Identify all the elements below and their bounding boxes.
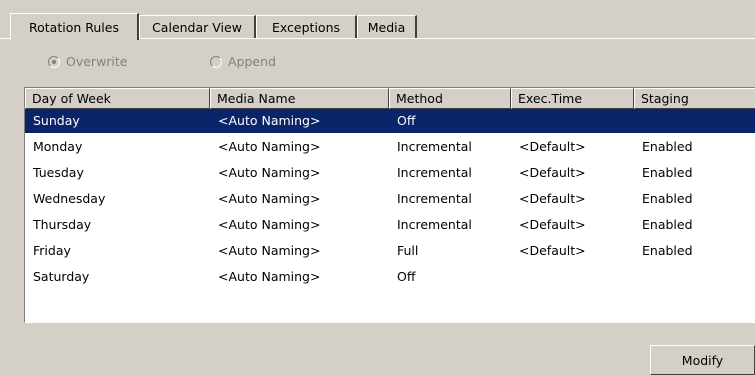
method-cell: Off <box>397 269 416 284</box>
exec-time-cell <box>511 109 519 133</box>
rotation-rules-list[interactable]: Day of Week Media Name Method Exec.Time … <box>24 87 755 323</box>
method-cell: Incremental <box>397 191 472 206</box>
column-header-media-name[interactable]: Media Name <box>210 88 389 109</box>
column-header-method[interactable]: Method <box>389 88 511 109</box>
day-cell: Saturday <box>33 269 90 284</box>
exec-time-cell: <Default> <box>519 217 586 232</box>
day-cell: Wednesday <box>33 191 106 206</box>
column-header-day[interactable]: Day of Week <box>25 88 210 109</box>
staging-cell: Enabled <box>642 217 693 232</box>
exec-time-cell <box>511 265 519 289</box>
day-cell: Thursday <box>33 217 92 232</box>
staging-cell: Enabled <box>642 191 693 206</box>
tab-rotation-rules[interactable]: Rotation Rules <box>10 13 139 40</box>
staging-cell: Enabled <box>642 243 693 258</box>
table-row[interactable]: Thursday <Auto Naming> Incremental <Default… <box>25 213 755 237</box>
table-row[interactable]: Monday <Auto Naming> Incremental <Default> E… <box>25 135 755 159</box>
day-cell: Tuesday <box>33 165 84 180</box>
column-header-staging[interactable]: Staging <box>634 88 755 109</box>
modify-button[interactable]: Modify <box>650 345 755 375</box>
staging-cell <box>634 265 642 289</box>
exec-time-cell: <Default> <box>519 139 586 154</box>
staging-cell <box>634 109 642 133</box>
radio-unchecked-icon <box>210 55 222 68</box>
media-name-cell: <Auto Naming> <box>218 139 321 154</box>
table-row[interactable]: Saturday <Auto Naming> Off <box>25 265 755 289</box>
media-name-cell: <Auto Naming> <box>218 165 321 180</box>
day-cell: Sunday <box>33 113 80 128</box>
method-cell: Off <box>397 113 416 128</box>
method-cell: Incremental <box>397 165 472 180</box>
table-row[interactable]: Sunday <Auto Naming> Off <box>25 109 755 133</box>
media-name-cell: <Auto Naming> <box>218 217 321 232</box>
append-radio[interactable]: Append <box>210 54 276 69</box>
day-cell: Monday <box>33 139 83 154</box>
radio-checked-icon <box>48 55 60 68</box>
media-name-cell: <Auto Naming> <box>218 269 321 284</box>
tab-exceptions[interactable]: Exceptions <box>256 15 357 38</box>
overwrite-label: Overwrite <box>66 54 128 69</box>
method-cell: Full <box>397 243 419 258</box>
tab-media[interactable]: Media <box>357 15 417 38</box>
table-row[interactable]: Tuesday <Auto Naming> Incremental <Default>… <box>25 161 755 185</box>
method-cell: Incremental <box>397 217 472 232</box>
overwrite-radio[interactable]: Overwrite <box>48 54 128 69</box>
staging-cell: Enabled <box>642 139 693 154</box>
list-header: Day of Week Media Name Method Exec.Time … <box>25 88 755 109</box>
tab-calendar-view[interactable]: Calendar View <box>139 15 256 38</box>
staging-cell: Enabled <box>642 165 693 180</box>
table-row[interactable]: Friday <Auto Naming> Full <Default> Enabled <box>25 239 755 263</box>
append-label: Append <box>228 54 276 69</box>
exec-time-cell: <Default> <box>519 191 586 206</box>
day-cell: Friday <box>33 243 71 258</box>
table-row[interactable]: Wednesday <Auto Naming> Incremental <Defaul… <box>25 187 755 211</box>
media-name-cell: <Auto Naming> <box>218 113 321 128</box>
method-cell: Incremental <box>397 139 472 154</box>
media-name-cell: <Auto Naming> <box>218 243 321 258</box>
exec-time-cell: <Default> <box>519 243 586 258</box>
media-name-cell: <Auto Naming> <box>218 191 321 206</box>
column-header-exec-time[interactable]: Exec.Time <box>511 88 634 109</box>
exec-time-cell: <Default> <box>519 165 586 180</box>
